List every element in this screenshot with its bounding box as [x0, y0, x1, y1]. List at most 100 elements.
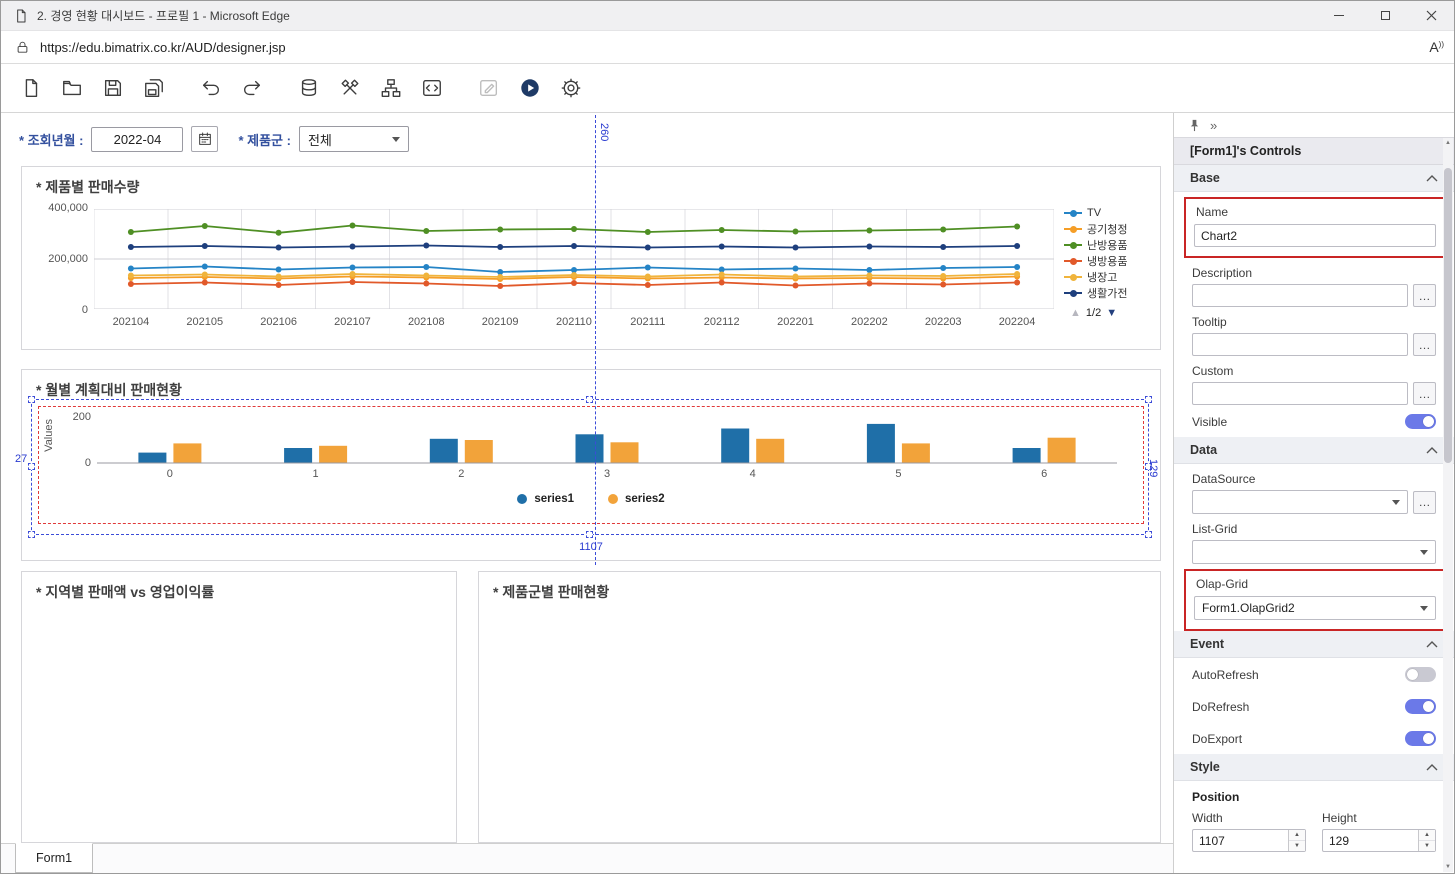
data-point[interactable] [497, 244, 503, 250]
run-button[interactable] [514, 72, 546, 104]
redo-button[interactable] [236, 72, 268, 104]
data-point[interactable] [276, 267, 282, 273]
legend-item[interactable]: 냉장고 [1064, 269, 1127, 285]
doexport-toggle[interactable] [1405, 731, 1436, 746]
save-copy-button[interactable] [138, 72, 170, 104]
data-point[interactable] [423, 228, 429, 234]
chart-panel-sales-by-product[interactable]: * 제품별 판매수량 400,000200,0000 2021042021052… [21, 166, 1161, 350]
section-base[interactable]: Base [1174, 165, 1454, 192]
data-point[interactable] [423, 273, 429, 279]
legend-item[interactable]: TV [1064, 205, 1127, 221]
data-point[interactable] [128, 281, 134, 287]
data-point[interactable] [866, 281, 872, 287]
olapgrid-select[interactable]: Form1.OlapGrid2 [1194, 596, 1436, 620]
tooltip-more-button[interactable]: … [1413, 333, 1436, 356]
name-input[interactable] [1194, 224, 1436, 247]
data-point[interactable] [128, 244, 134, 250]
data-point[interactable] [940, 265, 946, 271]
pin-icon[interactable] [1188, 119, 1201, 132]
custom-input[interactable] [1192, 382, 1408, 405]
data-point[interactable] [645, 245, 651, 251]
bar[interactable] [756, 439, 784, 463]
data-point[interactable] [276, 282, 282, 288]
data-point[interactable] [202, 272, 208, 278]
settings-button[interactable] [555, 72, 587, 104]
save-button[interactable] [97, 72, 129, 104]
legend-item[interactable]: series1 [517, 493, 574, 505]
data-point[interactable] [497, 283, 503, 289]
data-point[interactable] [719, 280, 725, 286]
data-point[interactable] [276, 230, 282, 236]
resize-handle-sw[interactable] [28, 531, 35, 538]
data-point[interactable] [350, 271, 356, 277]
height-stepper[interactable]: ▲▼ [1418, 830, 1435, 851]
resize-handle-nw[interactable] [28, 396, 35, 403]
listgrid-select[interactable] [1192, 540, 1436, 564]
bar[interactable] [902, 443, 930, 463]
data-point[interactable] [350, 223, 356, 229]
stepper-up-icon[interactable]: ▲ [1419, 830, 1435, 841]
selected-chart-region[interactable]: Values 2000 0123456 series1series2 [38, 406, 1144, 524]
data-point[interactable] [940, 273, 946, 279]
address-bar[interactable]: https://edu.bimatrix.co.kr/AUD/designer.… [1, 31, 1454, 64]
scroll-down-arrow[interactable]: ▼ [1443, 862, 1453, 872]
close-button[interactable] [1408, 1, 1454, 30]
scrollbar-thumb[interactable] [1444, 168, 1452, 463]
data-point[interactable] [202, 243, 208, 249]
data-point[interactable] [497, 227, 503, 233]
stepper-up-icon[interactable]: ▲ [1289, 830, 1305, 841]
bar[interactable] [465, 440, 493, 463]
bar[interactable] [611, 442, 639, 463]
data-point[interactable] [423, 264, 429, 270]
data-point[interactable] [571, 280, 577, 286]
bar-chart-plot[interactable] [97, 417, 1117, 465]
data-point[interactable] [1014, 271, 1020, 277]
data-point[interactable] [1014, 243, 1020, 249]
url-text[interactable]: https://edu.bimatrix.co.kr/AUD/designer.… [40, 40, 286, 55]
data-point[interactable] [940, 227, 946, 233]
visible-toggle[interactable] [1405, 414, 1436, 429]
data-point[interactable] [571, 272, 577, 278]
data-point[interactable] [423, 281, 429, 287]
pager-down-icon[interactable]: ▼ [1106, 307, 1117, 319]
stepper-down-icon[interactable]: ▼ [1289, 841, 1305, 851]
custom-more-button[interactable]: … [1413, 382, 1436, 405]
resize-handle-s[interactable] [586, 531, 593, 538]
data-point[interactable] [276, 274, 282, 280]
data-point[interactable] [128, 266, 134, 272]
data-point[interactable] [866, 273, 872, 279]
data-point[interactable] [202, 280, 208, 286]
data-point[interactable] [128, 229, 134, 235]
datasource-select[interactable] [1192, 490, 1408, 514]
legend-item[interactable]: series2 [608, 493, 665, 505]
maximize-button[interactable] [1362, 1, 1408, 30]
data-point[interactable] [350, 279, 356, 285]
bar[interactable] [576, 434, 604, 463]
resize-handle-se[interactable] [1145, 531, 1152, 538]
bar[interactable] [173, 443, 201, 463]
collapse-panel-icon[interactable]: » [1210, 118, 1217, 133]
bar[interactable] [721, 429, 749, 464]
data-point[interactable] [350, 265, 356, 271]
legend-item[interactable]: 생활가전 [1064, 285, 1127, 301]
data-point[interactable] [571, 226, 577, 232]
description-input[interactable] [1192, 284, 1408, 307]
data-point[interactable] [423, 243, 429, 249]
product-filter-select[interactable]: 전체 [299, 126, 409, 152]
legend-item[interactable]: 난방용품 [1064, 237, 1127, 253]
calendar-button[interactable] [191, 126, 218, 152]
dorefresh-toggle[interactable] [1405, 699, 1436, 714]
data-point[interactable] [1014, 224, 1020, 230]
open-folder-button[interactable] [56, 72, 88, 104]
chart-panel-product-group-sales[interactable]: * 제품군별 판매현황 [478, 571, 1161, 843]
data-point[interactable] [645, 274, 651, 280]
data-point[interactable] [202, 264, 208, 270]
data-point[interactable] [497, 274, 503, 280]
autorefresh-toggle[interactable] [1405, 667, 1436, 682]
legend-item[interactable]: 공기청정 [1064, 221, 1127, 237]
tooltip-input[interactable] [1192, 333, 1408, 356]
data-point[interactable] [276, 245, 282, 251]
data-point[interactable] [866, 244, 872, 250]
stepper-down-icon[interactable]: ▼ [1419, 841, 1435, 851]
tools-button[interactable] [334, 72, 366, 104]
